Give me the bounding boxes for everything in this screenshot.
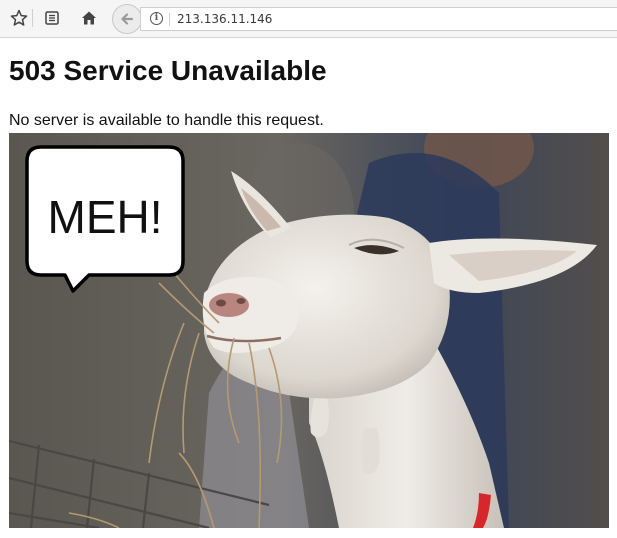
reader-view-icon[interactable] bbox=[40, 6, 64, 30]
browser-toolbar: i 213.136.11.146 bbox=[0, 0, 617, 38]
url-divider bbox=[169, 13, 170, 26]
home-icon[interactable] bbox=[77, 6, 101, 30]
star-icon[interactable] bbox=[7, 6, 31, 30]
back-button[interactable] bbox=[112, 4, 142, 34]
speech-bubble-text: MEH! bbox=[48, 191, 163, 243]
back-arrow-icon bbox=[121, 13, 134, 25]
page-content: 503 Service Unavailable No server is ava… bbox=[9, 38, 609, 131]
error-message: No server is available to handle this re… bbox=[9, 112, 324, 129]
address-bar[interactable]: i 213.136.11.146 bbox=[140, 7, 617, 31]
toolbar-divider bbox=[32, 9, 33, 27]
error-heading: 503 Service Unavailable bbox=[9, 55, 327, 86]
meh-goat-image: MEH! bbox=[9, 133, 609, 528]
info-icon[interactable]: i bbox=[150, 12, 163, 25]
url-text[interactable]: 213.136.11.146 bbox=[177, 12, 272, 26]
